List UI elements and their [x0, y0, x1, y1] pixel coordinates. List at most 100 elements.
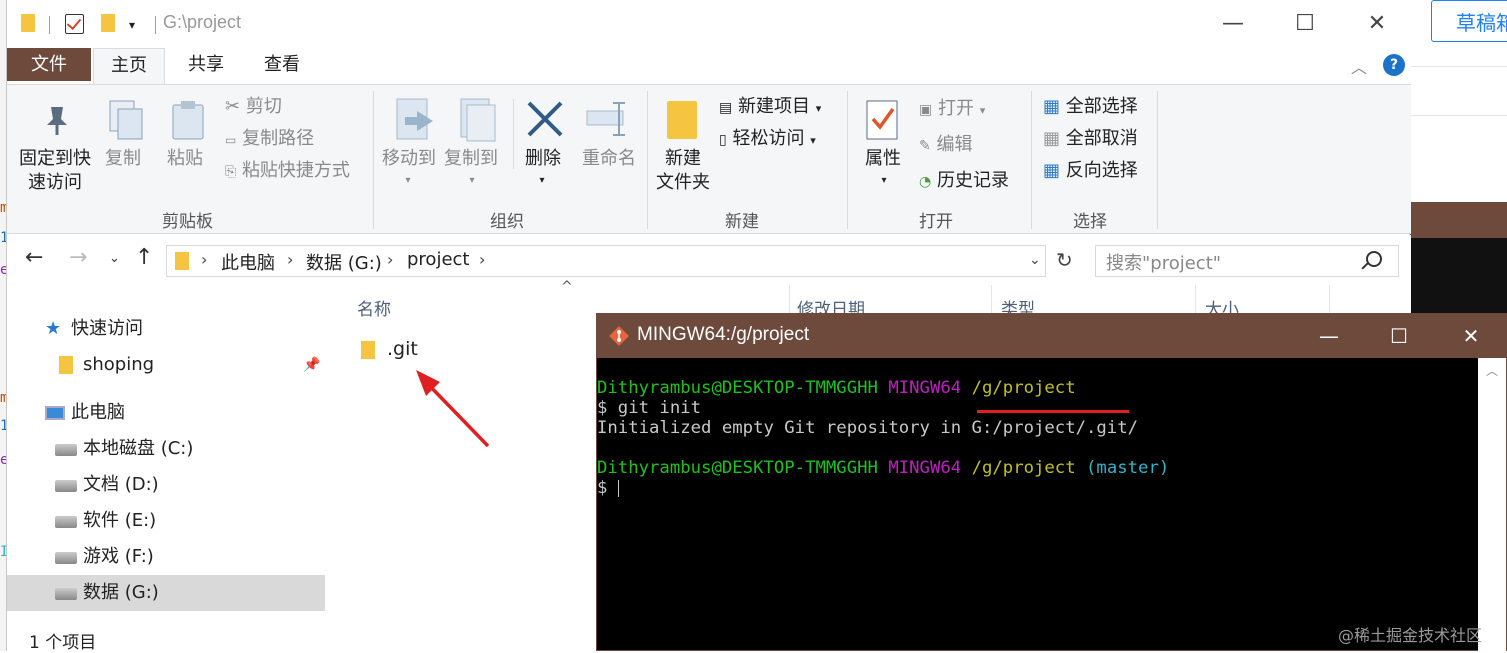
nav-shoping[interactable]: shoping 📌: [7, 347, 325, 383]
pin-to-quick-access-button[interactable]: 固定到快 速访问: [17, 147, 93, 195]
copy-button[interactable]: 复制: [103, 147, 143, 171]
prompt-branch: (master): [1086, 458, 1170, 478]
close-button[interactable]: ✕: [1359, 8, 1395, 40]
nav-drive-g[interactable]: 数据 (G:): [7, 575, 325, 611]
chevron-right-icon: ›: [479, 250, 486, 269]
recent-locations-chevron-icon[interactable]: ⌄: [109, 251, 120, 266]
terminal-output[interactable]: Dithyrambus@DESKTOP-TMMGGHH MINGW64 /g/p…: [597, 358, 1478, 652]
nav-label: 此电脑: [71, 402, 125, 423]
group-label-clipboard: 剪贴板: [162, 212, 213, 232]
history-button[interactable]: ◔ 历史记录: [919, 169, 1009, 194]
terminal-command: $ git init: [597, 398, 702, 418]
divider: [1410, 115, 1507, 116]
easy-access-label: 轻松访问: [732, 128, 805, 149]
nav-drive-d[interactable]: 文档 (D:): [7, 467, 325, 503]
breadcrumb-this-pc[interactable]: 此电脑: [221, 249, 275, 275]
chevron-right-icon: ›: [287, 250, 294, 269]
tab-view[interactable]: 查看: [253, 48, 311, 84]
nav-drive-c[interactable]: 本地磁盘 (C:): [7, 431, 325, 467]
chevron-down-icon: ▾: [815, 102, 822, 115]
annotation-arrow: [416, 370, 490, 448]
chevron-down-icon[interactable]: ▾: [129, 18, 135, 32]
easy-access-button[interactable]: ▯ 轻松访问 ▾: [719, 127, 816, 153]
tab-file[interactable]: 文件: [7, 48, 91, 81]
minimize-button[interactable]: —: [1311, 322, 1347, 350]
select-none-button[interactable]: ▦ 全部取消: [1043, 127, 1138, 151]
properties-check-icon[interactable]: [65, 14, 84, 34]
divider: [647, 91, 648, 229]
chevron-up-icon[interactable]: ︿: [1351, 54, 1367, 78]
terminal-title: MINGW64:/g/project: [637, 324, 810, 345]
invert-selection-button[interactable]: ▦ 反向选择: [1043, 159, 1138, 183]
pin-icon[interactable]: 📌: [303, 347, 320, 383]
new-item-label: 新建项目: [737, 96, 810, 117]
prompt-path: /g/project: [971, 458, 1076, 478]
new-folder-button[interactable]: 新建 文件夹: [653, 147, 713, 195]
tab-home[interactable]: 主页: [93, 48, 165, 84]
nav-drive-e[interactable]: 软件 (E:): [7, 503, 325, 539]
chevron-down-icon[interactable]: ⌄: [1029, 252, 1041, 268]
nav-quick-access[interactable]: ★ 快速访问: [7, 311, 325, 347]
paste-shortcut-label: 粘贴快捷方式: [241, 160, 350, 181]
copy-to-button[interactable]: 复制到: [441, 147, 501, 171]
chevron-up-icon[interactable]: ︿: [1486, 362, 1498, 379]
folder-icon: [21, 14, 35, 32]
up-button[interactable]: ↑: [135, 245, 153, 270]
watermark: @稀土掘金技术社区: [1338, 626, 1483, 645]
forward-button[interactable]: →: [69, 245, 87, 270]
group-label-select: 选择: [1073, 212, 1107, 232]
terminal-line: Dithyrambus@DESKTOP-TMMGGHH MINGW64 /g/p…: [597, 458, 1478, 478]
breadcrumb-project[interactable]: project: [407, 249, 469, 270]
paste-icon: [172, 101, 204, 140]
nav-label: 软件 (E:): [83, 510, 157, 531]
select-all-icon: ▦: [1043, 96, 1061, 117]
maximize-button[interactable]: ☐: [1287, 8, 1323, 40]
nav-this-pc[interactable]: 此电脑: [7, 395, 325, 431]
edit-button[interactable]: ✎ 编辑: [919, 133, 972, 158]
terminal-scrollbar[interactable]: ︿: [1478, 358, 1506, 652]
divider: [847, 91, 848, 229]
back-button[interactable]: ←: [25, 245, 43, 270]
nav-drive-f[interactable]: 游戏 (F:): [7, 539, 325, 575]
close-button[interactable]: ✕: [1453, 322, 1489, 350]
file-row[interactable]: .git: [357, 337, 597, 365]
move-to-button[interactable]: 移动到: [379, 147, 439, 171]
refresh-icon[interactable]: ↻: [1056, 248, 1073, 272]
terminal-input-line[interactable]: $: [597, 478, 1478, 498]
address-bar[interactable]: › 此电脑 › 数据 (G:) › project ›: [166, 245, 1046, 277]
nav-label: shoping: [83, 354, 155, 375]
search-placeholder: 搜索"project": [1106, 253, 1222, 274]
history-label: 历史记录: [936, 170, 1009, 191]
chevron-down-icon: ▾: [979, 104, 986, 117]
navigation-pane: ★ 快速访问 shoping 📌 此电脑 本地磁盘 (C:) 文档 (D:) 软…: [7, 285, 327, 653]
open-button[interactable]: ▣ 打开 ▾: [919, 97, 985, 123]
new-folder-icon[interactable]: [101, 14, 115, 32]
copy-to-icon: [460, 98, 496, 142]
paste-button[interactable]: 粘贴: [165, 147, 205, 171]
new-item-button[interactable]: ▤ 新建项目 ▾: [719, 95, 821, 121]
breadcrumb-drive-g[interactable]: 数据 (G:): [306, 249, 382, 275]
copy-icon: [109, 100, 143, 140]
copy-path-icon: ▭: [225, 133, 237, 147]
search-input[interactable]: 搜索"project": [1095, 245, 1399, 277]
delete-icon: [527, 101, 563, 137]
delete-button[interactable]: 删除: [521, 147, 565, 171]
chevron-down-icon: ▾: [469, 175, 475, 186]
chevron-down-icon: ▾: [405, 175, 411, 186]
cut-button[interactable]: ✂ 剪切: [225, 95, 282, 119]
paste-shortcut-icon: ⎘: [225, 164, 237, 180]
chevron-down-icon: ▾: [810, 134, 816, 147]
prompt-symbol: $: [597, 478, 618, 498]
properties-button[interactable]: 属性: [859, 147, 907, 171]
sort-up-icon: ^: [561, 279, 573, 295]
maximize-button[interactable]: ☐: [1381, 322, 1417, 350]
help-icon[interactable]: ?: [1383, 54, 1405, 76]
drafts-button[interactable]: 草稿箱: [1431, 0, 1507, 42]
minimize-button[interactable]: —: [1215, 8, 1251, 40]
copy-path-button[interactable]: ▭ 复制路径: [225, 127, 314, 152]
column-name[interactable]: 名称: [357, 295, 391, 320]
select-all-button[interactable]: ▦ 全部选择: [1043, 95, 1138, 119]
tab-share[interactable]: 共享: [177, 48, 235, 84]
rename-button[interactable]: 重命名: [577, 147, 641, 171]
paste-shortcut-button[interactable]: ⎘ 粘贴快捷方式: [225, 159, 350, 184]
